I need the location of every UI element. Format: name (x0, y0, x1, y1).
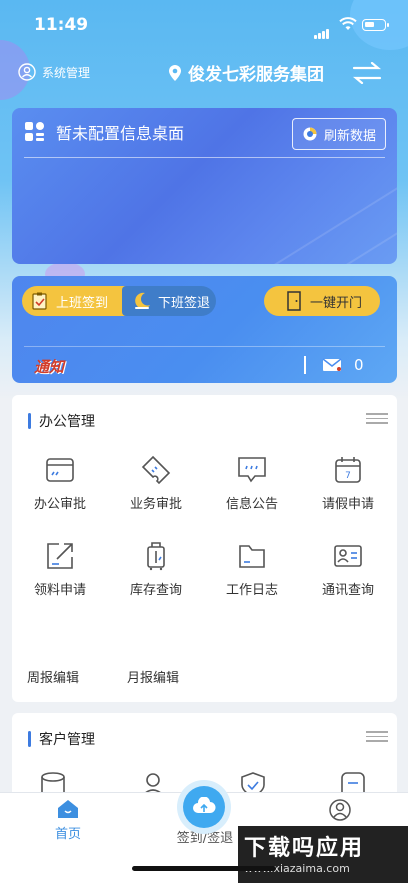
leave-request-label: 请假申请 (321, 497, 374, 512)
monthly-report-item[interactable]: 月报编辑 (127, 667, 223, 686)
open-door-button[interactable]: 一键开门 (264, 286, 380, 316)
title-accent-bar (28, 413, 31, 429)
folder-icon (239, 545, 265, 568)
work-log-label: 工作日志 (225, 583, 278, 598)
checkin-button[interactable]: 上班签到 (22, 286, 130, 316)
system-management-button[interactable]: 系统管理 (18, 63, 90, 81)
clipboard-check-icon (32, 292, 47, 310)
work-log-item[interactable]: 工作日志 (204, 541, 300, 598)
title-accent-bar (28, 731, 31, 747)
material-request-item[interactable]: 领料申请 (12, 541, 108, 598)
profile-icon (329, 799, 351, 821)
customer-management-title: 客户管理 (39, 732, 95, 748)
home-indicator (132, 866, 276, 871)
moon-icon (135, 292, 150, 309)
weekly-report-label: 周报编辑 (27, 671, 80, 686)
monthly-report-label: 月报编辑 (127, 671, 180, 686)
inventory-query-label: 库存查询 (129, 583, 182, 598)
refresh-data-label: 刷新数据 (323, 128, 376, 144)
swap-icon[interactable] (352, 62, 382, 84)
svg-text:7: 7 (345, 471, 351, 481)
inventory-query-item[interactable]: 库存查询 (108, 541, 204, 598)
home-icon (58, 800, 78, 818)
chat-bubble-icon (238, 457, 266, 483)
office-approval-item[interactable]: 办公审批 (12, 455, 108, 512)
checkin-label: 上班签到 (56, 295, 109, 311)
business-approval-label: 业务审批 (129, 497, 182, 512)
org-name: 俊发七彩服务集团 (188, 65, 324, 85)
cloud-upload-icon (193, 797, 216, 813)
user-icon (18, 63, 36, 81)
watermark-logo: 下载吗应用 www.xiazaima.com (238, 826, 408, 883)
info-desktop-title: 暂未配置信息桌面 (56, 124, 185, 143)
weekly-report-item[interactable]: 周报编辑 (27, 667, 123, 686)
announcement-item[interactable]: 信息公告 (204, 455, 300, 512)
open-door-label: 一键开门 (310, 295, 363, 311)
calendar-icon: 7 (335, 457, 361, 483)
checkin-fab-button[interactable] (183, 786, 225, 828)
divider (24, 157, 385, 158)
dashboard-icon (25, 122, 44, 141)
drag-handle-icon[interactable] (366, 731, 388, 745)
status-time: 11:49 (34, 15, 89, 35)
tab-home[interactable]: 首页 (18, 793, 118, 842)
divider (24, 346, 385, 347)
export-box-icon (47, 543, 73, 569)
announcement-label: 信息公告 (225, 497, 278, 512)
browser-window-icon (46, 458, 74, 482)
contact-query-label: 通讯查询 (321, 583, 374, 598)
tab-profile[interactable] (290, 793, 390, 825)
contact-card-icon (334, 545, 362, 567)
watermark-text: 下载吗应用 (244, 836, 365, 861)
checkout-button[interactable]: 下班签退 (122, 286, 216, 316)
attendance-card: 上班签到 下班签退 一键开门 通知 0 (12, 276, 397, 383)
status-bar: 11:49 (0, 0, 408, 50)
notice-label[interactable]: 通知 (34, 356, 64, 377)
location-pin-icon (169, 64, 181, 81)
tab-home-label: 首页 (54, 827, 81, 842)
wifi-icon (339, 17, 357, 30)
office-management-title: 办公管理 (39, 414, 95, 430)
contact-query-item[interactable]: 通讯查询 (300, 541, 396, 598)
signal-icon (314, 20, 330, 39)
mail-icon[interactable] (322, 358, 342, 372)
drag-handle-icon[interactable] (366, 413, 388, 427)
door-icon (287, 291, 301, 311)
ticket-icon (141, 455, 171, 485)
battery-icon (362, 19, 389, 31)
divider (304, 356, 306, 374)
business-approval-item[interactable]: 业务审批 (108, 455, 204, 512)
luggage-icon (147, 542, 165, 571)
office-approval-label: 办公审批 (33, 497, 86, 512)
info-desktop-card: 暂未配置信息桌面 刷新数据 (12, 108, 397, 264)
message-count: 0 (354, 356, 364, 374)
refresh-icon (303, 127, 317, 141)
leave-request-item[interactable]: 7 请假申请 (300, 455, 396, 512)
checkout-label: 下班签退 (158, 295, 211, 311)
tab-checkin-label: 签到/签退 (176, 831, 234, 846)
system-management-label: 系统管理 (42, 65, 91, 80)
top-bar: 系统管理 俊发七彩服务集团 (0, 56, 408, 90)
material-request-label: 领料申请 (33, 583, 86, 598)
refresh-data-button[interactable]: 刷新数据 (292, 118, 386, 150)
org-selector[interactable]: 俊发七彩服务集团 (168, 60, 324, 85)
office-management-panel: 办公管理 办公审批 业务审批 信息公告 7 请假申请 领料申请 库存查询 工作日… (12, 395, 397, 702)
